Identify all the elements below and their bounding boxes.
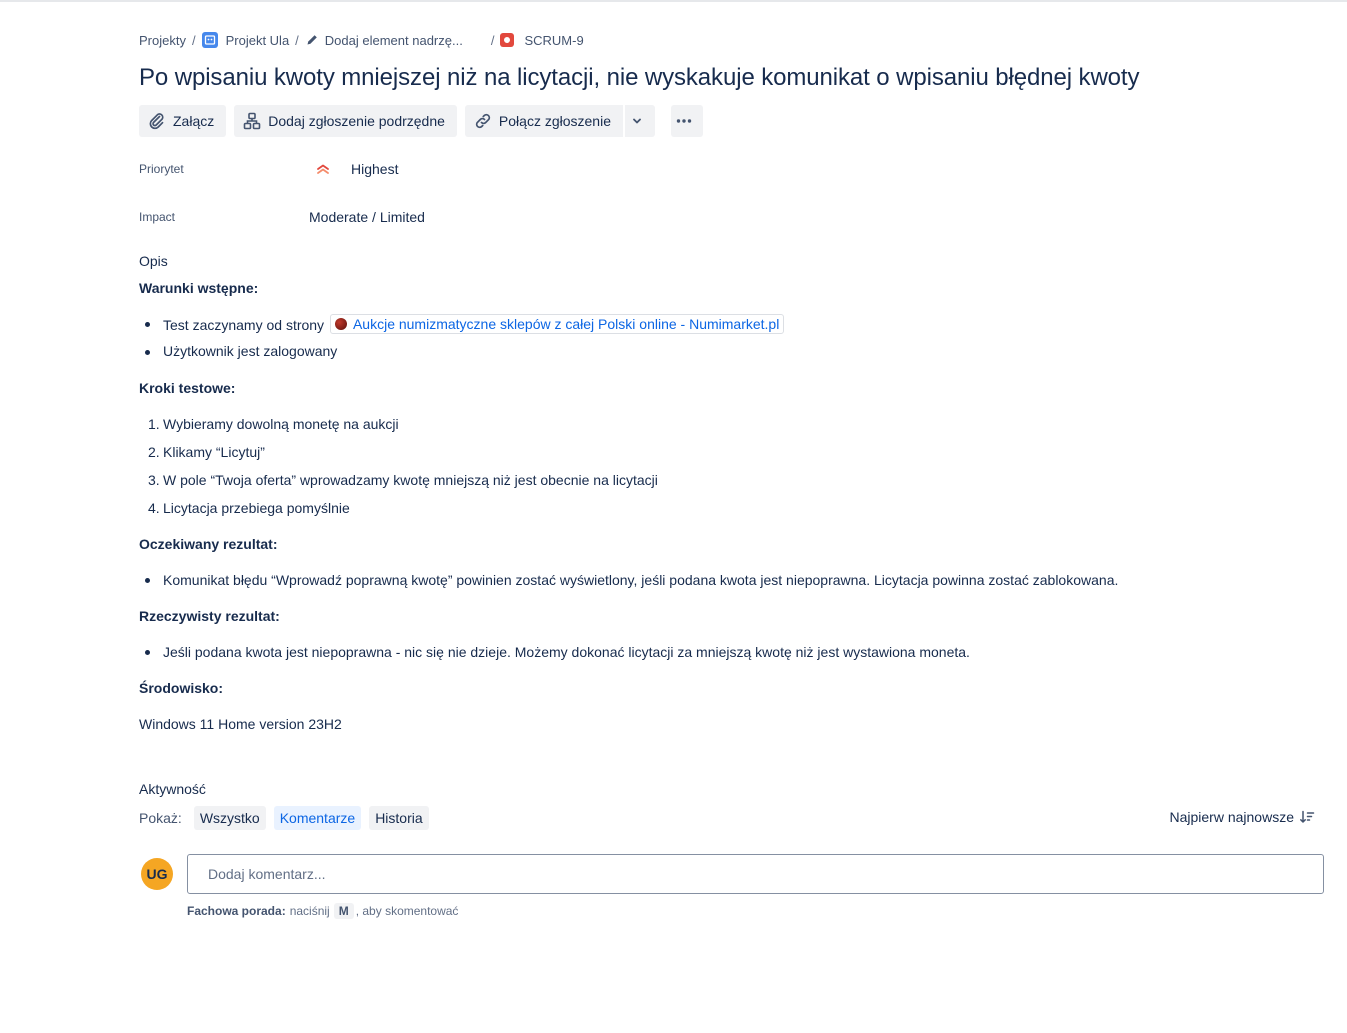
description-heading: Opis [139,253,168,269]
link-issue-button[interactable]: Połącz zgłoszenie [464,105,623,137]
steps-heading: Kroki testowe: [139,380,236,396]
activity-filter-row: Pokaż: Wszystko Komentarze Historia [139,806,437,830]
breadcrumb: Projekty / Projekt Ula / Dodaj element n… [139,31,584,49]
pro-tip: Fachowa porada: naciśnij M , aby skoment… [187,903,458,919]
priority-value-label: Highest [351,161,399,177]
impact-value[interactable]: Moderate / Limited [309,209,425,225]
actual-result-heading: Rzeczywisty rezultat: [139,608,280,624]
environment-heading: Środowisko: [139,680,224,696]
add-child-issue-label: Dodaj zgłoszenie podrzędne [268,113,445,129]
step-number: 1. [148,416,160,432]
environment-value: Windows 11 Home version 23H2 [139,716,342,732]
sort-order-button[interactable]: Najpierw najnowsze [1169,809,1315,825]
priority-label: Priorytet [139,162,184,176]
step-item: Wybieramy dowolną monetę na aukcji [163,416,399,432]
pro-tip-suffix: , aby skomentować [355,904,459,918]
breadcrumb-project-label: Projekt Ula [225,32,290,48]
priority-highest-icon [317,164,329,174]
pro-tip-text: naciśnij [289,904,330,918]
precondition-item: Użytkownik jest zalogowany [163,343,338,359]
expected-result-item: Komunikat błędu “Wprowadź poprawną kwotę… [163,572,1119,588]
add-child-issue-button[interactable]: Dodaj zgłoszenie podrzędne [234,105,457,137]
priority-value[interactable]: Highest [309,161,398,177]
issue-toolbar: Załącz Dodaj zgłoszenie podrzędne Połącz… [139,105,711,137]
step-item: Klikamy “Licytuj” [163,444,265,460]
expected-result-heading: Oczekiwany rezultat: [139,536,278,552]
coin-favicon-icon [334,318,347,330]
list-bullet [145,578,150,583]
project-board-icon [201,32,218,48]
filter-history-button[interactable]: Historia [369,806,429,830]
list-bullet [145,322,150,327]
more-actions-button[interactable] [670,105,703,137]
pencil-icon [305,33,319,47]
breadcrumb-issue[interactable]: SCRUM-9 [500,32,584,48]
smart-link-label: Aukcje numizmatyczne sklepów z całej Pol… [352,316,780,332]
link-issue-dropdown-button[interactable] [622,105,655,137]
bug-icon [500,33,515,47]
impact-label: Impact [139,210,176,224]
step-number: 4. [148,500,160,516]
comment-input[interactable] [187,854,1324,894]
breadcrumb-issue-key: SCRUM-9 [524,32,584,48]
link-issue-label: Połącz zgłoszenie [498,113,611,129]
activity-heading: Aktywność [139,781,206,797]
attach-button-label: Załącz [173,113,215,129]
precondition-item: Test zaczynamy od strony Aukcje numizmat… [163,314,785,334]
link-issue-split-button: Połącz zgłoszenie [464,105,655,137]
breadcrumb-parent[interactable]: Dodaj element nadrzę... [305,33,463,48]
more-horizontal-icon [676,119,692,123]
keyboard-shortcut-key: M [333,903,354,919]
link-icon [475,113,491,129]
step-item: Licytacja przebiega pomyślnie [163,500,350,516]
actual-result-item: Jeśli podana kwota jest niepoprawna - ni… [163,644,970,660]
pro-tip-label: Fachowa porada: [187,904,286,918]
breadcrumb-projects[interactable]: Projekty [139,33,186,48]
sort-descending-icon [1300,810,1315,823]
breadcrumb-separator: / [191,32,196,48]
avatar[interactable]: UG [141,858,173,890]
issue-title[interactable]: Po wpisaniu kwoty mniejszej niż na licyt… [139,64,1140,92]
filter-comments-button[interactable]: Komentarze [273,806,362,830]
step-number: 2. [148,444,160,460]
top-divider [0,0,1347,2]
impact-field: Impact Moderate / Limited [139,209,425,225]
step-number: 3. [148,472,160,488]
list-bullet [145,650,150,655]
priority-field: Priorytet Highest [139,161,398,177]
chevron-down-icon [633,118,641,124]
preconditions-heading: Warunki wstępne: [139,280,259,296]
sort-order-label: Najpierw najnowsze [1169,809,1294,825]
smart-link[interactable]: Aukcje numizmatyczne sklepów z całej Pol… [329,314,785,334]
step-item: W pole “Twoja oferta” wprowadzamy kwotę … [163,472,658,488]
activity-show-label: Pokaż: [139,810,182,826]
breadcrumb-separator: / [295,32,299,48]
paperclip-icon [149,113,164,130]
breadcrumb-project[interactable]: Projekt Ula [201,32,290,48]
filter-all-button[interactable]: Wszystko [193,806,266,830]
attach-button[interactable]: Załącz [139,105,227,137]
precondition-text: Test zaczynamy od strony [163,317,325,333]
breadcrumb-parent-label: Dodaj element nadrzę... [324,32,463,48]
breadcrumb-separator: / [490,32,495,48]
hierarchy-icon [243,112,261,130]
list-bullet [145,350,150,355]
